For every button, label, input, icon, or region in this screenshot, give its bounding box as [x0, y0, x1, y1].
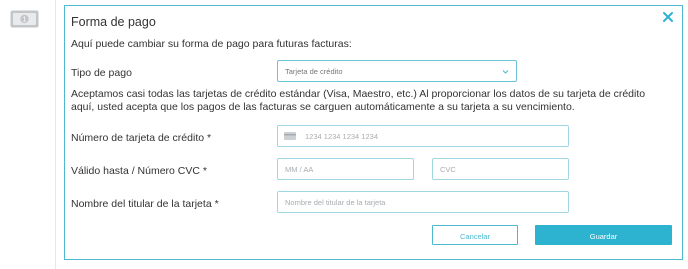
cvc-input[interactable]: CVC [432, 158, 569, 180]
cancel-button[interactable]: Cancelar [432, 225, 518, 245]
payment-type-label: Tipo de pago [71, 67, 132, 79]
card-number-input[interactable]: 1234 1234 1234 1234 [277, 125, 569, 147]
payment-type-value: Tarjeta de crédito [285, 67, 343, 76]
validity-label: Válido hasta / Número CVC * [71, 165, 207, 177]
cvc-placeholder: CVC [440, 165, 456, 174]
expiry-input[interactable]: MM / AA [277, 158, 414, 180]
holder-name-placeholder: Nombre del titular de la tarjeta [285, 198, 386, 207]
dialog-title: Forma de pago [71, 15, 156, 29]
close-icon[interactable] [662, 11, 674, 23]
save-button[interactable]: Guardar [535, 225, 672, 245]
card-number-placeholder: 1234 1234 1234 1234 [305, 132, 378, 141]
holder-name-input[interactable]: Nombre del titular de la tarjeta [277, 191, 569, 213]
card-number-label: Número de tarjeta de crédito * [71, 132, 212, 144]
svg-text:1: 1 [23, 17, 27, 24]
holder-label: Nombre del titular de la tarjeta * [71, 198, 219, 210]
money-icon: 1 [10, 10, 39, 28]
payment-method-dialog: Forma de pago Aquí puede cambiar su form… [64, 5, 683, 260]
payment-type-select[interactable]: Tarjeta de crédito [277, 60, 517, 82]
credit-card-icon [284, 132, 296, 140]
dialog-subtitle: Aquí puede cambiar su forma de pago para… [71, 38, 352, 50]
left-rail: 1 [0, 0, 56, 269]
chevron-down-icon [502, 70, 509, 74]
card-info-text: Aceptamos casi todas las tarjetas de cré… [71, 88, 646, 113]
expiry-placeholder: MM / AA [285, 165, 314, 174]
